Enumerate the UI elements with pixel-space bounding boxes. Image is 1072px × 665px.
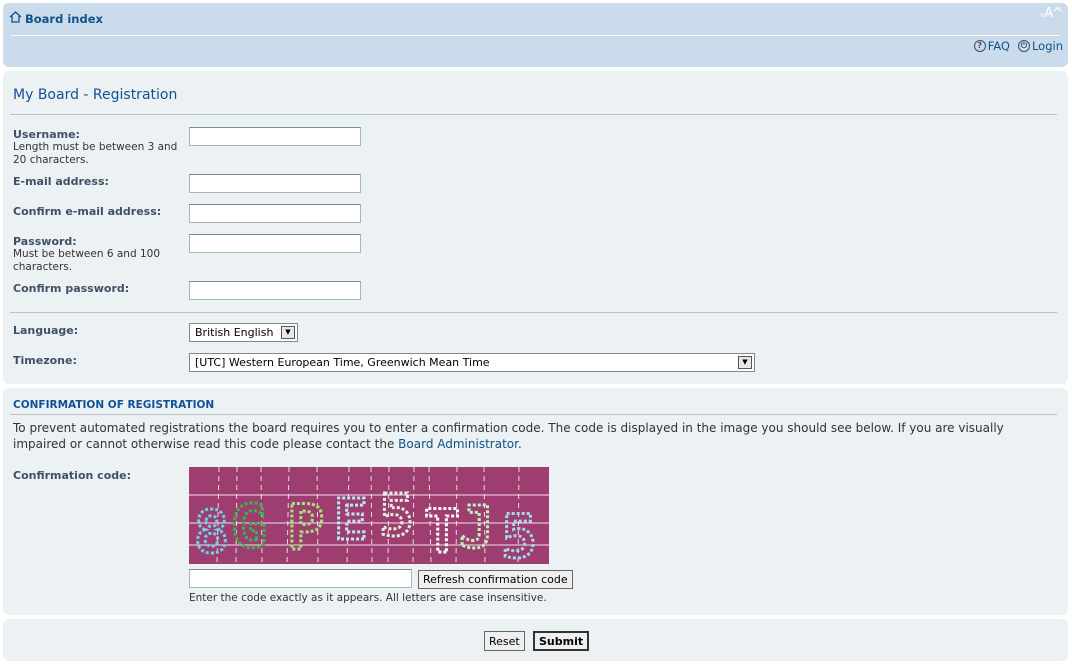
captcha-glyph: 5 — [379, 481, 414, 549]
confirm-email-field[interactable] — [189, 204, 361, 223]
title-divider — [10, 114, 1057, 115]
captcha-glyph: G — [231, 492, 267, 562]
username-field[interactable] — [189, 127, 361, 146]
reset-button[interactable]: Reset — [484, 631, 525, 651]
timezone-select[interactable]: [UTC] Western European Time, Greenwich M… — [189, 353, 755, 372]
password-field[interactable] — [189, 234, 361, 253]
header-links: ? FAQ ⏻ Login — [973, 39, 1063, 53]
captcha-glyph: T — [424, 497, 460, 564]
section-divider — [10, 312, 1057, 313]
username-label: Username: — [13, 128, 80, 141]
timezone-label: Timezone: — [13, 354, 77, 367]
captcha-glyph: P — [287, 491, 324, 564]
board-index-link[interactable]: Board index — [9, 11, 103, 26]
password-hint: Must be between 6 and 100 characters. — [13, 248, 160, 273]
confirmation-code-field[interactable] — [189, 569, 412, 588]
login-label: Login — [1031, 39, 1063, 53]
faq-link[interactable]: ? FAQ — [973, 39, 1010, 53]
timezone-value: [UTC] Western European Time, Greenwich M… — [195, 356, 490, 369]
captcha-glyph: 8 — [194, 498, 229, 564]
help-icon: ? — [973, 40, 986, 52]
confirmation-explanation: To prevent automated registrations the b… — [13, 420, 1058, 452]
confirmation-code-hint: Enter the code exactly as it appears. Al… — [189, 592, 547, 604]
password-label: Password: — [13, 235, 77, 248]
change-font-size-control[interactable]: ᵥA^ — [1040, 6, 1063, 21]
login-link[interactable]: ⏻ Login — [1017, 39, 1063, 53]
header-bar — [3, 3, 1068, 67]
power-icon: ⏻ — [1017, 40, 1030, 52]
chevron-down-icon: ▼ — [281, 326, 295, 339]
board-administrator-link[interactable]: Board Administrator — [398, 437, 518, 451]
faq-label: FAQ — [987, 39, 1010, 53]
header-divider — [11, 35, 1060, 36]
confirmation-divider — [10, 414, 1057, 415]
board-index-label: Board index — [25, 11, 103, 26]
captcha-image: 8 G P E 5 T J 5 — [189, 467, 549, 564]
confirmation-text-end: . — [517, 437, 522, 451]
language-label: Language: — [13, 324, 79, 337]
home-icon — [9, 11, 22, 26]
email-field[interactable] — [189, 174, 361, 193]
captcha-glyph: 5 — [501, 502, 537, 564]
language-value: British English — [195, 326, 274, 339]
confirm-password-field[interactable] — [189, 281, 361, 300]
refresh-confirmation-code-button[interactable]: Refresh confirmation code — [418, 570, 573, 589]
confirmation-heading: Confirmation of registration — [13, 399, 215, 411]
confirm-email-label: Confirm e-mail address: — [13, 205, 162, 218]
registration-panel — [3, 71, 1068, 384]
language-select[interactable]: British English ▼ — [189, 323, 298, 342]
captcha-glyph: J — [459, 493, 494, 561]
confirmation-code-label: Confirmation code: — [13, 469, 131, 482]
captcha-glyph: E — [334, 488, 368, 553]
email-label: E-mail address: — [13, 175, 109, 188]
confirm-password-label: Confirm password: — [13, 282, 130, 295]
username-hint: Length must be between 3 and 20 characte… — [13, 141, 178, 166]
submit-button[interactable]: Submit — [533, 631, 590, 651]
page-title: My Board - Registration — [13, 87, 178, 103]
chevron-down-icon: ▼ — [738, 356, 752, 369]
